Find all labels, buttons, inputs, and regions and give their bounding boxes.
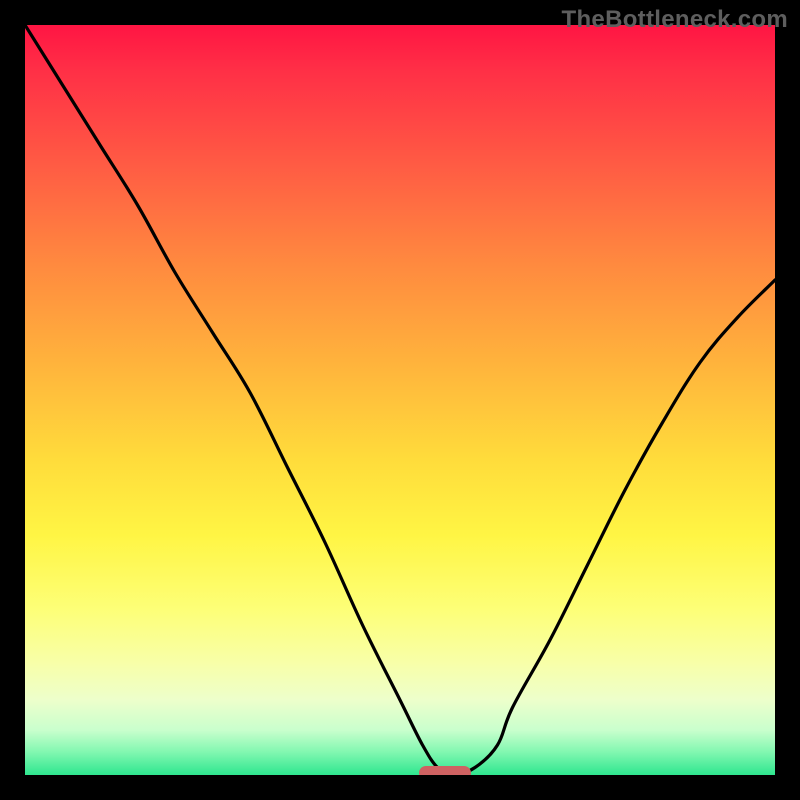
curve-svg <box>25 25 775 775</box>
optimal-marker <box>419 766 471 775</box>
bottleneck-curve-path <box>25 25 775 775</box>
plot-area <box>25 25 775 775</box>
watermark-text: TheBottleneck.com <box>562 6 788 34</box>
chart-frame: TheBottleneck.com <box>0 0 800 800</box>
